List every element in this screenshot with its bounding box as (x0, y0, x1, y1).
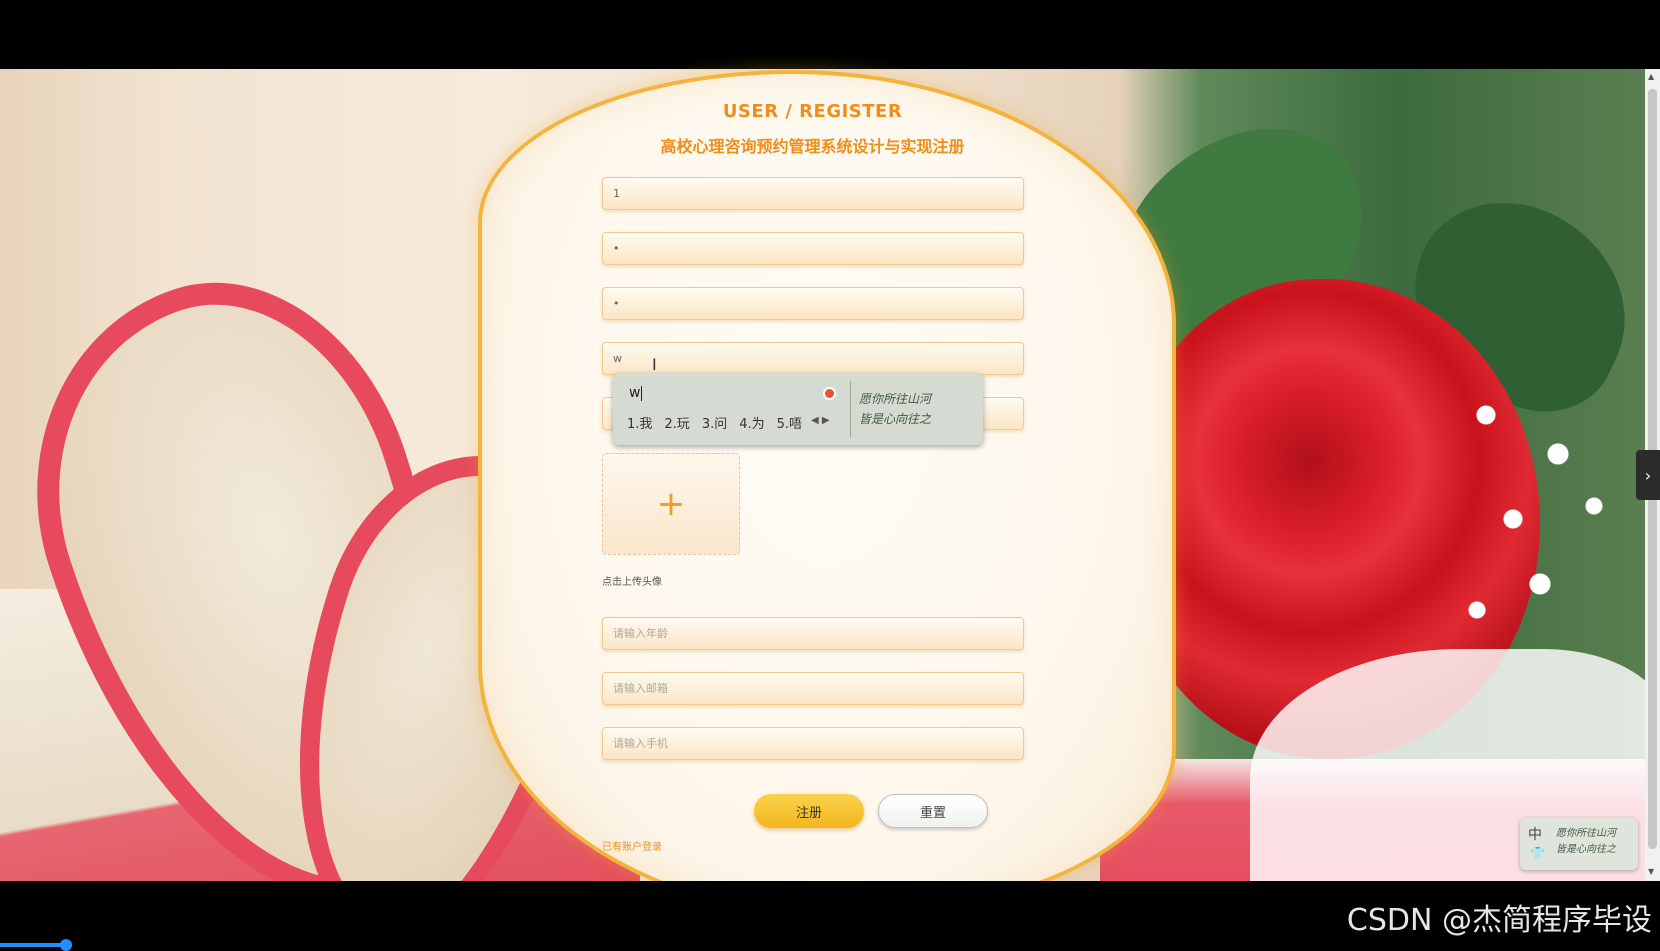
ime-divider (850, 381, 851, 437)
avatar-upload-box[interactable]: + (602, 453, 740, 555)
ime-candidate[interactable]: 3.问 (702, 413, 727, 432)
login-link[interactable]: 已有账户登录 (602, 838, 662, 853)
ime-art-line: 皆是心向往之 (1556, 844, 1616, 855)
video-progress-handle[interactable] (60, 939, 72, 951)
ime-page-arrows-icon[interactable]: ◀ ▶ (811, 415, 830, 426)
ime-art-line: 皆是心向往之 (859, 412, 932, 426)
email-input[interactable] (602, 672, 1024, 705)
text-cursor-icon: I (652, 355, 657, 374)
ime-candidate[interactable]: 4.为 (739, 413, 764, 432)
confirm-password-input[interactable] (602, 287, 1024, 320)
name-input[interactable] (602, 342, 1024, 375)
ime-logo-icon[interactable] (823, 387, 836, 400)
avatar-upload-label: 点击上传头像 (602, 577, 662, 588)
ime-candidate[interactable]: 2.玩 (664, 413, 689, 432)
chevron-right-icon: › (1644, 465, 1652, 485)
ime-composition-value: w (629, 385, 641, 401)
scroll-up-arrow-icon[interactable]: ▲ (1648, 72, 1654, 81)
csdn-watermark: CSDN @杰简程序毕设 (1346, 903, 1652, 938)
scroll-down-arrow-icon[interactable]: ▼ (1648, 867, 1654, 876)
ime-candidate[interactable]: 5.唔 (777, 413, 802, 432)
password-input[interactable] (602, 232, 1024, 265)
background-baby-breath (1450, 389, 1630, 649)
form-subtitle: 高校心理咨询预约管理系统设计与实现注册 (660, 137, 965, 156)
ime-skin-art: 愿你所往山河 皆是心向往之 (859, 381, 977, 437)
ime-art-line: 愿你所往山河 (1556, 828, 1616, 839)
ime-caret (641, 385, 643, 401)
ime-skin-icon[interactable]: 👕 (1530, 846, 1545, 860)
ime-composition-text: w (629, 385, 643, 401)
top-letterbox-bar (0, 0, 1660, 69)
register-button[interactable]: 注册 (754, 794, 864, 828)
username-input[interactable] (602, 177, 1024, 210)
ime-candidate-panel: w 1.我 2.玩 3.问 4.为 5.唔 ◀ ▶ 愿你所往山河 皆是心向往之 (613, 373, 983, 445)
ime-mini-art: 愿你所往山河 皆是心向往之 (1556, 826, 1634, 858)
reset-button[interactable]: 重置 (878, 794, 988, 828)
ime-status-bar[interactable]: 中 👕 愿你所往山河 皆是心向往之 (1520, 818, 1638, 870)
age-input[interactable] (602, 617, 1024, 650)
ime-art-line: 愿你所往山河 (859, 392, 932, 406)
form-title: USER / REGISTER (722, 101, 903, 122)
ime-candidate-list: 1.我 2.玩 3.问 4.为 5.唔 (627, 413, 802, 432)
ime-candidate[interactable]: 1.我 (627, 413, 652, 432)
phone-input[interactable] (602, 727, 1024, 760)
plus-icon: + (656, 484, 686, 524)
side-expand-handle[interactable]: › (1636, 450, 1660, 500)
ime-mode-indicator[interactable]: 中 (1528, 824, 1542, 844)
